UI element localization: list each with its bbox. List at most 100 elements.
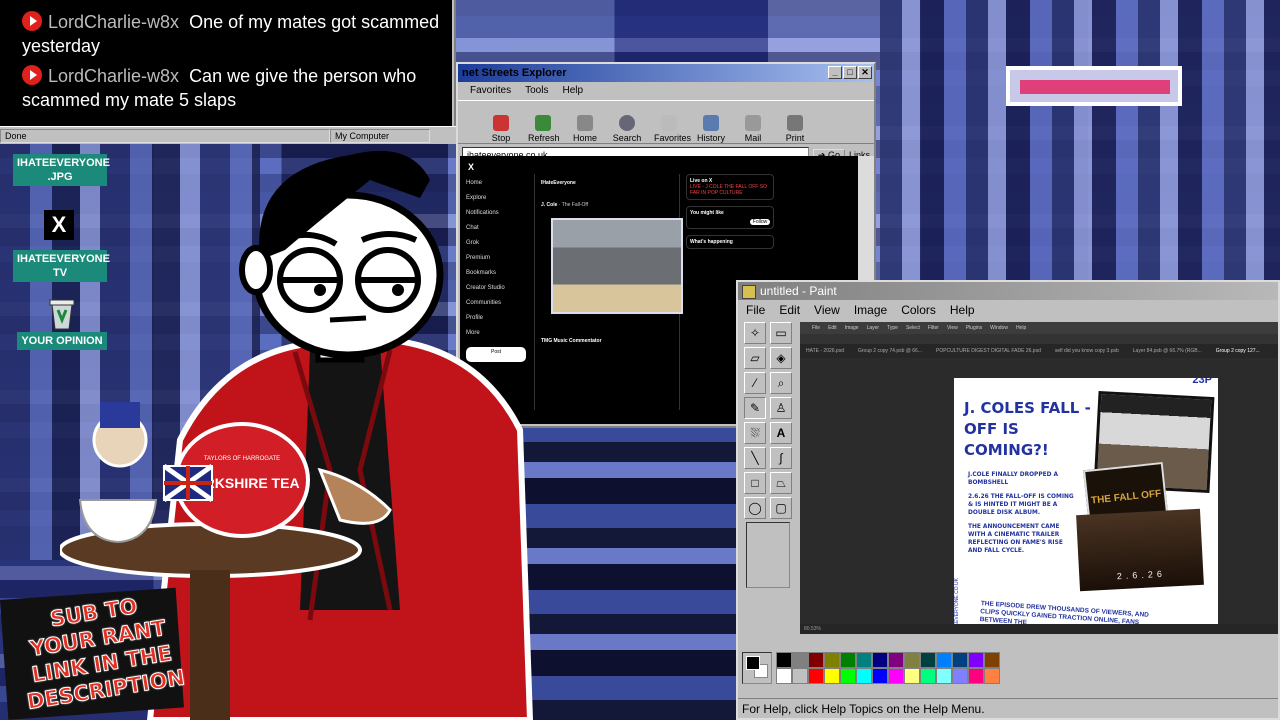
chat-username[interactable]: LordCharlie-w8x: [48, 12, 179, 32]
doc-paragraph-1: J.COLE FINALLY DROPPED A BOMBSHELL: [968, 470, 1059, 486]
refresh-button[interactable]: Refresh: [528, 115, 560, 143]
palette-swatch[interactable]: [968, 652, 984, 668]
pencil-icon[interactable]: ✎: [744, 397, 766, 419]
palette-swatch[interactable]: [936, 668, 952, 684]
paint-canvas[interactable]: File Edit Image Layer Type Select Filter View Pl…: [800, 322, 1278, 634]
palette-swatch[interactable]: [776, 668, 792, 684]
current-colors[interactable]: [742, 652, 772, 684]
palette-swatch[interactable]: [840, 668, 856, 684]
magnifier-icon[interactable]: ⌕: [770, 372, 792, 394]
ps-menu-help[interactable]: Help: [1016, 322, 1026, 334]
who-to-follow: You might like Follow: [686, 206, 774, 229]
print-button[interactable]: Print: [780, 115, 810, 143]
search-button[interactable]: Search: [612, 115, 642, 143]
text-icon[interactable]: A: [770, 422, 792, 444]
line-icon[interactable]: ╲: [744, 447, 766, 469]
paint-menu-image[interactable]: Image: [854, 300, 887, 320]
ps-tab[interactable]: Layer 84.psb @ 66.7% (RGB...: [1133, 344, 1202, 358]
palette-swatch[interactable]: [888, 652, 904, 668]
paint-statusbar: For Help, click Help Topics on the Help …: [738, 698, 1278, 718]
youtube-icon: [22, 65, 42, 85]
ps-menu-type[interactable]: Type: [887, 322, 898, 334]
palette-swatch[interactable]: [824, 668, 840, 684]
live-item[interactable]: LIVE - J COLE THE FALL OFF SO FAR IN POP…: [690, 184, 770, 196]
ps-menu-select[interactable]: Select: [906, 322, 920, 334]
palette-swatch[interactable]: [984, 652, 1000, 668]
airbrush-icon[interactable]: ⛆: [744, 422, 766, 444]
x-right-column: Live on X LIVE - J COLE THE FALL OFF SO F…: [686, 174, 774, 255]
palette-swatch[interactable]: [888, 668, 904, 684]
palette-swatch[interactable]: [808, 652, 824, 668]
palette-swatch[interactable]: [872, 652, 888, 668]
ps-tab[interactable]: self did you know copy 3.psb: [1055, 344, 1119, 358]
ps-menu-image[interactable]: Image: [845, 322, 859, 334]
paint-menu-edit[interactable]: Edit: [779, 300, 800, 320]
teapot-brand: TAYLORS OF HARROGATE: [204, 456, 280, 462]
palette-swatch[interactable]: [808, 668, 824, 684]
paint-titlebar[interactable]: untitled - Paint: [738, 282, 1278, 300]
mail-button[interactable]: Mail: [738, 115, 768, 143]
ps-menu-edit[interactable]: Edit: [828, 322, 837, 334]
ps-menu-filter[interactable]: Filter: [928, 322, 939, 334]
stop-button[interactable]: Stop: [486, 115, 516, 143]
menu-favorites[interactable]: Favorites: [470, 82, 511, 100]
palette-swatch[interactable]: [840, 652, 856, 668]
paint-menu-file[interactable]: File: [746, 300, 765, 320]
picker-icon[interactable]: ⁄: [744, 372, 766, 394]
history-button[interactable]: History: [696, 115, 726, 143]
palette-swatch[interactable]: [776, 652, 792, 668]
ps-menu-window[interactable]: Window: [990, 322, 1008, 334]
palette-swatch[interactable]: [792, 668, 808, 684]
rectangle-icon[interactable]: □: [744, 472, 766, 494]
stop-icon: [493, 115, 509, 131]
eraser-icon[interactable]: ▱: [744, 347, 766, 369]
ellipse-icon[interactable]: ◯: [744, 497, 766, 519]
ps-tab[interactable]: HATE - 2026.psd: [806, 344, 844, 358]
free-select-icon[interactable]: ✧: [744, 322, 766, 344]
palette-swatch[interactable]: [872, 668, 888, 684]
follow-button[interactable]: Follow: [750, 219, 770, 225]
palette-swatch[interactable]: [904, 652, 920, 668]
rounded-rect-icon[interactable]: ▢: [770, 497, 792, 519]
chat-username[interactable]: LordCharlie-w8x: [48, 66, 179, 86]
palette-swatch[interactable]: [856, 668, 872, 684]
palette-swatch[interactable]: [856, 652, 872, 668]
ps-menu-file[interactable]: File: [812, 322, 820, 334]
menu-tools[interactable]: Tools: [525, 82, 548, 100]
palette-swatch[interactable]: [984, 668, 1000, 684]
palette-swatch[interactable]: [920, 652, 936, 668]
home-button[interactable]: Home: [570, 115, 600, 143]
ps-tab[interactable]: Group 2 copy 127...: [1216, 344, 1260, 358]
ps-menu-plugins[interactable]: Plugins: [966, 322, 982, 334]
browser-titlebar[interactable]: net Streets Explorer _ □ ✕: [458, 64, 874, 82]
ps-tab[interactable]: POPCULTURE DIGEST DIGITAL FADE 26.psd: [936, 344, 1041, 358]
ear: [239, 245, 273, 295]
paint-menu-help[interactable]: Help: [950, 300, 975, 320]
paint-menu-colors[interactable]: Colors: [901, 300, 936, 320]
curve-icon[interactable]: ∫: [770, 447, 792, 469]
refresh-icon: [535, 115, 551, 131]
maximize-button[interactable]: □: [843, 66, 857, 79]
palette-swatch[interactable]: [952, 668, 968, 684]
polygon-icon[interactable]: ⏢: [770, 472, 792, 494]
minimize-button[interactable]: _: [828, 66, 842, 79]
close-button[interactable]: ✕: [858, 66, 872, 79]
paint-menu-view[interactable]: View: [814, 300, 840, 320]
palette-swatch[interactable]: [920, 668, 936, 684]
rect-select-icon[interactable]: ▭: [770, 322, 792, 344]
palette-swatch[interactable]: [952, 652, 968, 668]
tool-options[interactable]: [746, 522, 790, 588]
favorites-button[interactable]: Favorites: [654, 115, 691, 143]
palette-swatch[interactable]: [904, 668, 920, 684]
ps-tab[interactable]: Group 2 copy 74.psb @ 66...: [858, 344, 922, 358]
ps-menu-view[interactable]: View: [947, 322, 958, 334]
doc-site: IHATEEVERYONE.CO.UK: [954, 578, 960, 628]
palette-swatch[interactable]: [936, 652, 952, 668]
ps-menu-layer[interactable]: Layer: [867, 322, 880, 334]
fill-icon[interactable]: ◈: [770, 347, 792, 369]
palette-swatch[interactable]: [824, 652, 840, 668]
brush-icon[interactable]: ♙: [770, 397, 792, 419]
menu-help[interactable]: Help: [562, 82, 583, 100]
palette-swatch[interactable]: [792, 652, 808, 668]
palette-swatch[interactable]: [968, 668, 984, 684]
